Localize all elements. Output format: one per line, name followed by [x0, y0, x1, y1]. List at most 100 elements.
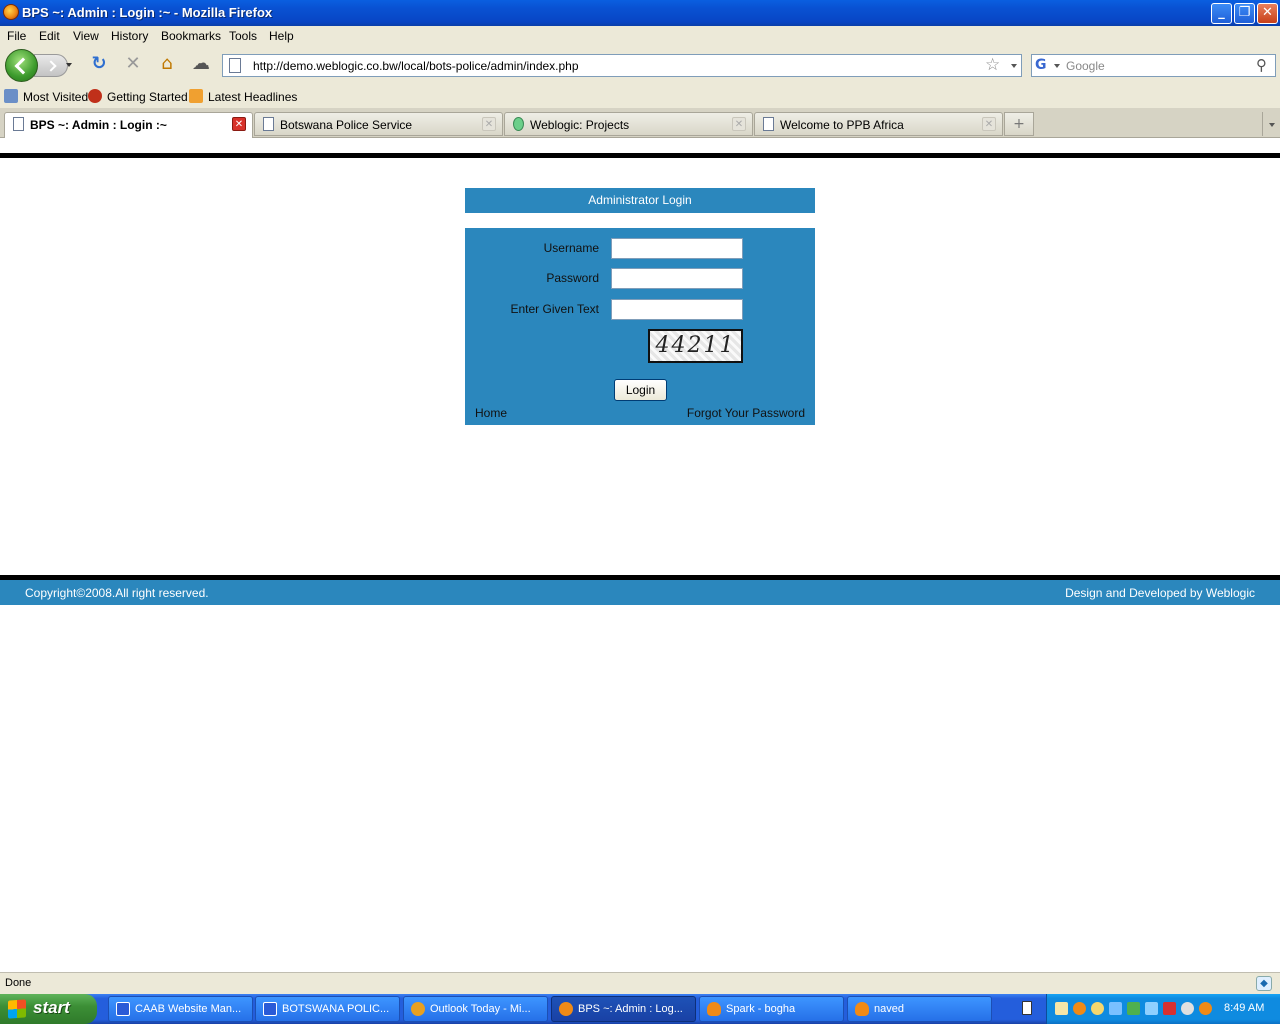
menu-bar: File Edit View History Bookmarks Tools H…	[0, 26, 1280, 46]
back-button[interactable]	[5, 49, 38, 82]
firefox-icon	[559, 1002, 573, 1016]
menu-history[interactable]: History	[111, 29, 148, 43]
tab-close-icon[interactable]: ✕	[982, 117, 996, 131]
maximize-button[interactable]: ❐	[1234, 3, 1255, 24]
tab-list-dropdown-icon[interactable]	[1262, 112, 1280, 136]
tab-close-icon[interactable]: ✕	[482, 117, 496, 131]
getting-started-icon	[88, 89, 102, 103]
username-input[interactable]	[611, 238, 743, 259]
copyright-text: Copyright©2008.All right reserved.	[25, 586, 209, 600]
minimize-button[interactable]: _	[1211, 3, 1232, 24]
reload-icon[interactable]: ↻	[88, 53, 110, 75]
menu-tools[interactable]: Tools	[229, 29, 257, 43]
tab-botswana-police-service[interactable]: Botswana Police Service ✕	[254, 112, 503, 136]
login-button[interactable]: Login	[614, 379, 667, 401]
word-document-icon	[116, 1002, 130, 1016]
clock: 8:49 AM	[1224, 1002, 1265, 1014]
status-text: Done	[5, 977, 32, 989]
antivirus-shield-icon[interactable]	[1163, 1002, 1176, 1015]
page-icon	[763, 117, 774, 131]
spark-flame-icon	[855, 1002, 869, 1016]
url-text[interactable]: http://demo.weblogic.co.bw/local/bots-po…	[253, 59, 579, 73]
network-connection-icon[interactable]	[1127, 1002, 1140, 1015]
page-icon	[13, 117, 24, 131]
bookmark-latest-headlines[interactable]: Latest Headlines	[208, 90, 297, 104]
google-icon[interactable]: G	[1035, 57, 1052, 74]
search-input[interactable]: Google	[1066, 59, 1105, 73]
developer-credit: Design and Developed by Weblogic	[1065, 586, 1255, 600]
wireless-network-icon[interactable]	[1109, 1002, 1122, 1015]
display-settings-icon[interactable]	[1145, 1002, 1158, 1015]
password-input[interactable]	[611, 268, 743, 289]
mail-icon[interactable]	[1055, 1002, 1068, 1015]
messenger-icon[interactable]	[1181, 1002, 1194, 1015]
rss-feed-icon	[189, 89, 203, 103]
taskbar-item-botswana-police[interactable]: BOTSWANA POLIC...	[255, 996, 400, 1022]
menu-help[interactable]: Help	[269, 29, 294, 43]
address-bar[interactable]: http://demo.weblogic.co.bw/local/bots-po…	[222, 54, 1022, 77]
speech-bubble-icon[interactable]: ☁	[190, 53, 212, 75]
tab-label: Botswana Police Service	[280, 118, 413, 132]
search-engine-dropdown-icon[interactable]	[1054, 64, 1060, 68]
taskbar-item-label: CAAB Website Man...	[135, 1003, 242, 1015]
most-visited-icon	[4, 89, 18, 103]
taskbar: start CAAB Website Man... BOTSWANA POLIC…	[0, 994, 1280, 1024]
firefox-icon	[3, 4, 19, 20]
menu-file[interactable]: File	[7, 29, 26, 43]
taskbar-item-label: BPS ~: Admin : Log...	[578, 1003, 683, 1015]
home-link[interactable]: Home	[475, 406, 507, 420]
weblogic-icon	[513, 117, 524, 131]
tab-bar: BPS ~: Admin : Login :~ ✕ Botswana Polic…	[0, 108, 1280, 138]
forgot-password-link[interactable]: Forgot Your Password	[687, 406, 805, 420]
new-tab-button[interactable]: +	[1004, 112, 1034, 136]
forward-button[interactable]	[34, 54, 68, 77]
bookmark-getting-started[interactable]: Getting Started	[107, 90, 188, 104]
page-icon	[263, 117, 274, 131]
firefox-icon[interactable]	[1199, 1002, 1212, 1015]
search-bar[interactable]: G Google ⚲	[1031, 54, 1276, 77]
stop-icon[interactable]: ✕	[122, 53, 144, 75]
top-divider	[0, 153, 1280, 158]
window-title-bar: BPS ~: Admin : Login :~ - Mozilla Firefo…	[0, 0, 1280, 26]
tab-bps-admin-login[interactable]: BPS ~: Admin : Login :~ ✕	[4, 112, 253, 138]
tab-label: Welcome to PPB Africa	[780, 118, 904, 132]
password-label: Password	[546, 271, 599, 285]
history-dropdown-icon[interactable]	[66, 63, 72, 67]
start-button[interactable]: start	[0, 994, 97, 1024]
taskbar-item-label: BOTSWANA POLIC...	[282, 1003, 390, 1015]
taskbar-item-spark-bogha[interactable]: Spark - bogha	[699, 996, 844, 1022]
language-bar-icon[interactable]	[1022, 1001, 1032, 1015]
menu-view[interactable]: View	[73, 29, 99, 43]
spark-flame-icon	[707, 1002, 721, 1016]
menu-bookmarks[interactable]: Bookmarks	[161, 29, 221, 43]
spark-flame-icon[interactable]	[1073, 1002, 1086, 1015]
taskbar-item-label: Spark - bogha	[726, 1003, 796, 1015]
tab-weblogic-projects[interactable]: Weblogic: Projects ✕	[504, 112, 753, 136]
captcha-input[interactable]	[611, 299, 743, 320]
url-history-dropdown-icon[interactable]	[1011, 64, 1017, 68]
window-title: BPS ~: Admin : Login :~ - Mozilla Firefo…	[22, 5, 273, 20]
taskbar-item-naved[interactable]: naved	[847, 996, 992, 1022]
taskbar-item-caab-website[interactable]: CAAB Website Man...	[108, 996, 253, 1022]
home-icon[interactable]: ⌂	[156, 53, 178, 75]
alarm-clock-icon[interactable]	[1091, 1002, 1104, 1015]
word-document-icon	[263, 1002, 277, 1016]
status-bar: Done ◆	[0, 972, 1280, 994]
close-button[interactable]: ✕	[1257, 3, 1278, 24]
bookmarks-toolbar: Most Visited Getting Started Latest Head…	[0, 84, 1280, 108]
page-footer: Copyright©2008.All right reserved. Desig…	[0, 580, 1280, 605]
menu-edit[interactable]: Edit	[39, 29, 60, 43]
username-label: Username	[543, 241, 599, 255]
search-icon[interactable]: ⚲	[1256, 56, 1267, 74]
taskbar-item-bps-admin-login[interactable]: BPS ~: Admin : Log...	[551, 996, 696, 1022]
tab-welcome-ppb-africa[interactable]: Welcome to PPB Africa ✕	[754, 112, 1003, 136]
bookmark-most-visited[interactable]: Most Visited	[23, 90, 88, 104]
addon-status-icon[interactable]: ◆	[1256, 976, 1272, 991]
bookmark-star-icon[interactable]: ☆	[985, 55, 1000, 75]
windows-logo-icon	[8, 999, 26, 1019]
login-title: Administrator Login	[465, 188, 815, 213]
tab-label: Weblogic: Projects	[530, 118, 630, 132]
tab-close-icon[interactable]: ✕	[232, 117, 246, 131]
taskbar-item-outlook-today[interactable]: Outlook Today - Mi...	[403, 996, 548, 1022]
tab-close-icon[interactable]: ✕	[732, 117, 746, 131]
